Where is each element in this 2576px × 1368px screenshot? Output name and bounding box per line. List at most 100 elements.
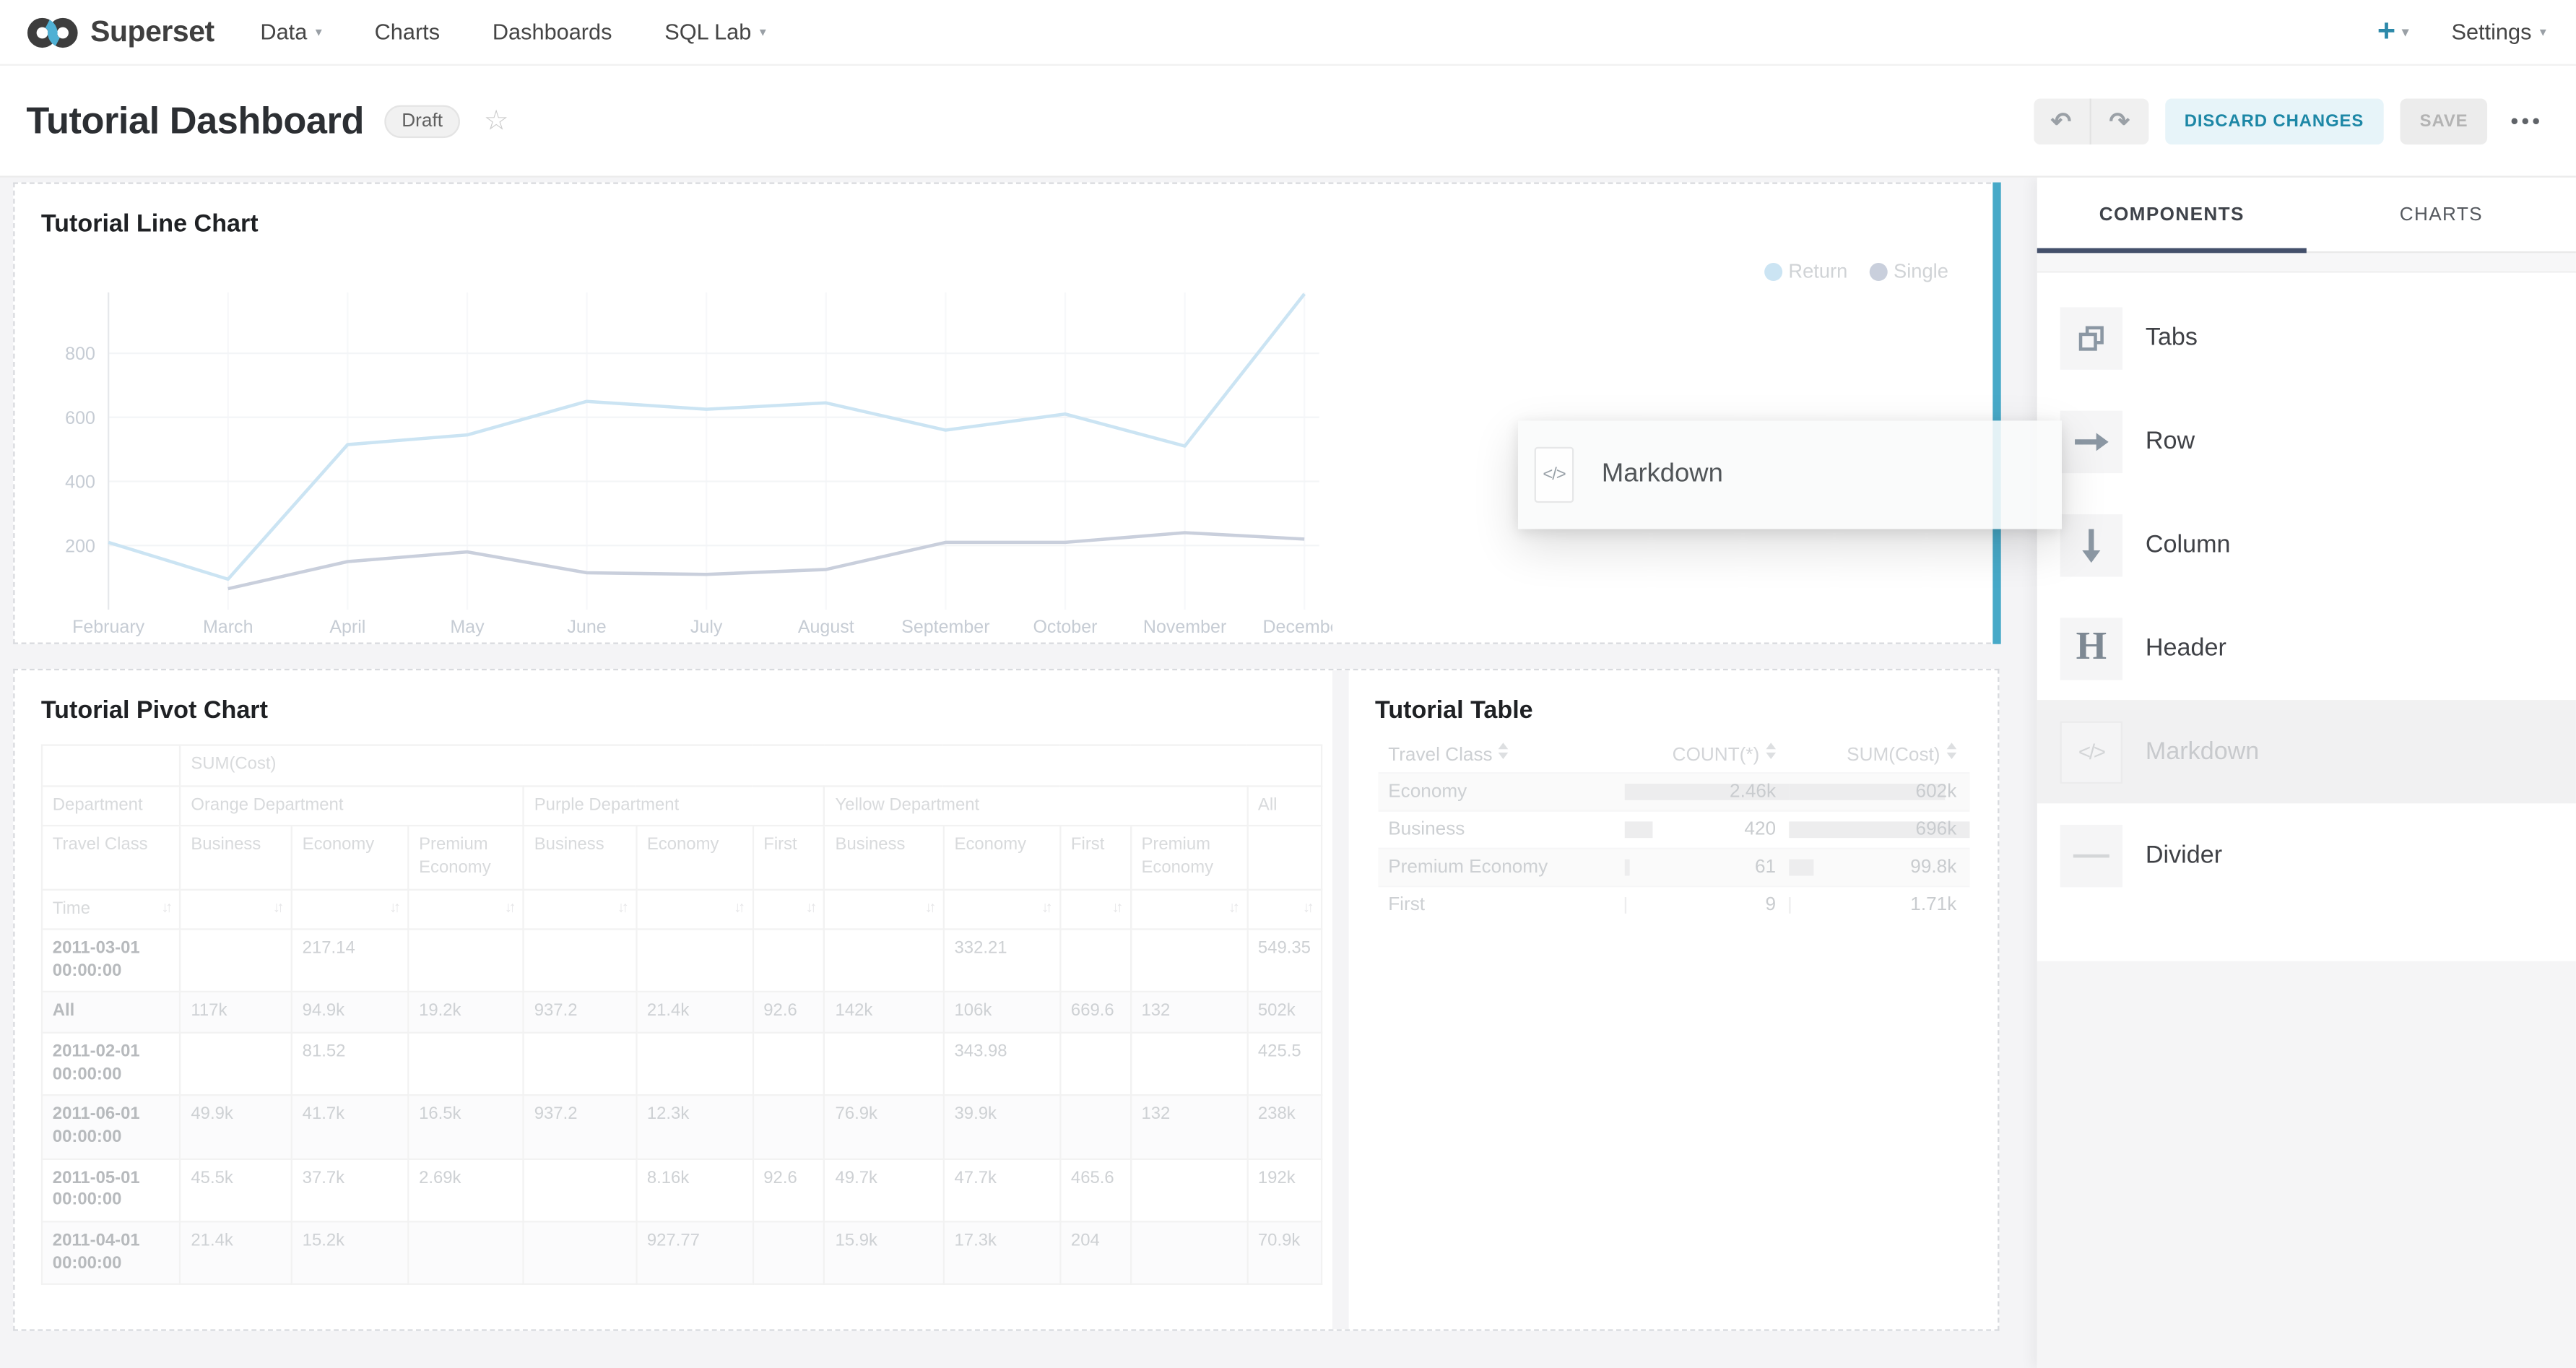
panel-item-divider[interactable]: Divider (2037, 803, 2576, 906)
sort-icon[interactable]: ↓↑ (1112, 898, 1120, 917)
count-cell: 9 (1625, 896, 1789, 915)
pivot-row-time: 2011-05-01 00:00:00 (42, 1159, 181, 1221)
pivot-cell: 549.35 (1247, 930, 1322, 992)
discard-changes-button[interactable]: DISCARD CHANGES (2164, 98, 2383, 144)
pivot-cell: 47.7k (944, 1159, 1060, 1221)
pivot-cell: 92.6 (753, 992, 824, 1033)
dashboard-header: Tutorial Dashboard Draft ☆ ↶ ↷ DISCARD C… (0, 66, 2576, 178)
pivot-cell: 343.98 (944, 1033, 1060, 1096)
travel-class-value: Economy (1388, 782, 1467, 802)
pivot-cell (1131, 1159, 1247, 1221)
pivot-cell: 12.3k (636, 1096, 753, 1159)
pivot-department-row: DepartmentOrange DepartmentPurple Depart… (42, 786, 1322, 826)
pivot-class-row: Travel ClassBusinessEconomyPremium Econo… (42, 826, 1322, 889)
travel-class-cell: Economy (1379, 782, 1625, 802)
pivot-cell: 465.6 (1060, 1159, 1131, 1221)
panel-item-column[interactable]: Column (2037, 493, 2576, 596)
sort-icon[interactable]: ↓↑ (505, 898, 513, 917)
time-label-text: Time (53, 898, 90, 917)
column-header-travelclass[interactable]: Travel Class (1379, 743, 1625, 766)
legend-item-single[interactable]: Single (1869, 259, 1948, 282)
pivot-cell: 132 (1131, 992, 1247, 1033)
sort-icon[interactable]: ↓↑ (161, 898, 169, 917)
dashboard-row-tables[interactable]: Tutorial Pivot Chart SUM(Cost)Department… (13, 669, 1999, 1331)
pivot-department-label: Department (42, 786, 181, 826)
pivot-department-all: All (1247, 786, 1322, 826)
nav-item-data[interactable]: Data▾ (260, 20, 321, 44)
pivot-cell (825, 930, 944, 992)
component-list: TabsRowColumnHHeader</>MarkdownDivider (2037, 273, 2576, 907)
builder-panel: COMPONENTSCHARTS TabsRowColumnHHeader</>… (2037, 178, 2576, 1368)
y-tick-label: 200 (65, 536, 95, 556)
sort-icon[interactable]: ↓↑ (734, 898, 742, 917)
panel-tabbar: COMPONENTSCHARTS (2037, 178, 2576, 254)
settings-menu[interactable]: Settings ▾ (2451, 20, 2546, 44)
tab-charts[interactable]: CHARTS (2307, 178, 2576, 251)
undo-button[interactable]: ↶ (2033, 98, 2091, 144)
legend-item-return[interactable]: Return (1764, 259, 1847, 282)
superset-logo[interactable]: Superset (26, 14, 214, 50)
sort-icon[interactable]: ↓↑ (925, 898, 933, 917)
pivot-cell: 927.77 (636, 1221, 753, 1284)
count-value: 9 (1765, 896, 1776, 915)
pivot-cell: 81.52 (292, 1033, 408, 1096)
legend-label: Return (1788, 259, 1847, 282)
tabs-icon (2075, 321, 2107, 354)
pivot-sort-cell: ↓↑ (181, 889, 292, 930)
sort-icon[interactable]: ↓↑ (1303, 898, 1311, 917)
nav-item-charts[interactable]: Charts (375, 20, 440, 44)
nav-item-sql-lab[interactable]: SQL Lab▾ (664, 20, 766, 44)
pivot-sort-cell: ↓↑ (944, 889, 1060, 930)
pivot-cell (181, 930, 292, 992)
chevron-down-icon: ▾ (2402, 25, 2408, 39)
undo-redo-group: ↶ ↷ (2033, 98, 2148, 144)
panel-item-header[interactable]: HHeader (2037, 597, 2576, 700)
column-icon (2080, 527, 2103, 563)
column-header-sumcost[interactable]: SUM(Cost) (1789, 743, 1969, 766)
pivot-cell: 15.9k (825, 1221, 944, 1284)
nav-right: + ▾ Settings ▾ (2377, 14, 2546, 50)
favorite-star-icon[interactable]: ☆ (484, 104, 509, 137)
tab-components[interactable]: COMPONENTS (2037, 178, 2307, 251)
column-header-count[interactable]: COUNT(*) (1625, 743, 1789, 766)
sort-icon[interactable]: ↓↑ (389, 898, 397, 917)
table-header-row: Travel ClassCOUNT(*)SUM(Cost) (1379, 736, 1970, 772)
pivot-row-time: 2011-06-01 00:00:00 (42, 1096, 181, 1159)
add-new-button[interactable]: + ▾ (2377, 14, 2409, 50)
redo-button[interactable]: ↷ (2091, 98, 2148, 144)
legend-dot (1764, 262, 1782, 280)
sort-icon[interactable]: ↓↑ (806, 898, 814, 917)
sort-icon[interactable]: ↓↑ (617, 898, 625, 917)
sort-caret-icon[interactable] (1499, 743, 1509, 759)
pivot-cell (753, 930, 824, 992)
panel-item-label: Column (2146, 531, 2231, 559)
panel-item-row[interactable]: Row (2037, 389, 2576, 493)
dashboard-row-line-chart[interactable]: Tutorial Line Chart ReturnSingle 2004006… (13, 183, 1999, 644)
pivot-head: SUM(Cost)DepartmentOrange DepartmentPurp… (42, 745, 1322, 930)
page-title[interactable]: Tutorial Dashboard (26, 98, 364, 142)
sum-cost-bar (1789, 860, 1814, 876)
pivot-metric-row: SUM(Cost) (42, 745, 1322, 786)
pivot-department-orange-department: Orange Department (181, 786, 524, 826)
pivot-body: 2011-03-01 00:00:00217.14332.21549.35All… (42, 930, 1322, 1284)
pivot-cell: 17.3k (944, 1221, 1060, 1284)
more-options-button[interactable]: ••• (2505, 108, 2550, 133)
pivot-class-header: Premium Economy (408, 826, 524, 889)
dragged-markdown-card[interactable]: </> Markdown (1518, 420, 2062, 529)
sort-icon[interactable]: ↓↑ (1041, 898, 1049, 917)
brand-name: Superset (90, 14, 214, 49)
save-button[interactable]: SAVE (2400, 98, 2488, 144)
pivot-cell (825, 1033, 944, 1096)
x-tick-label: May (450, 617, 485, 637)
sort-icon[interactable]: ↓↑ (1228, 898, 1236, 917)
table-row: 2011-05-01 00:00:0045.5k37.7k2.69k8.16k9… (42, 1159, 1322, 1221)
sort-caret-icon[interactable] (1766, 743, 1776, 759)
pivot-cell: 132 (1131, 1096, 1247, 1159)
nav-item-dashboards[interactable]: Dashboards (493, 20, 612, 44)
panel-item-tabs[interactable]: Tabs (2037, 286, 2576, 389)
panel-strip (2037, 253, 2576, 272)
pivot-cell: 21.4k (181, 1221, 292, 1284)
sort-caret-icon[interactable] (1947, 743, 1957, 759)
pivot-metric-label: SUM(Cost) (181, 745, 1322, 786)
sort-icon[interactable]: ↓↑ (273, 898, 281, 917)
